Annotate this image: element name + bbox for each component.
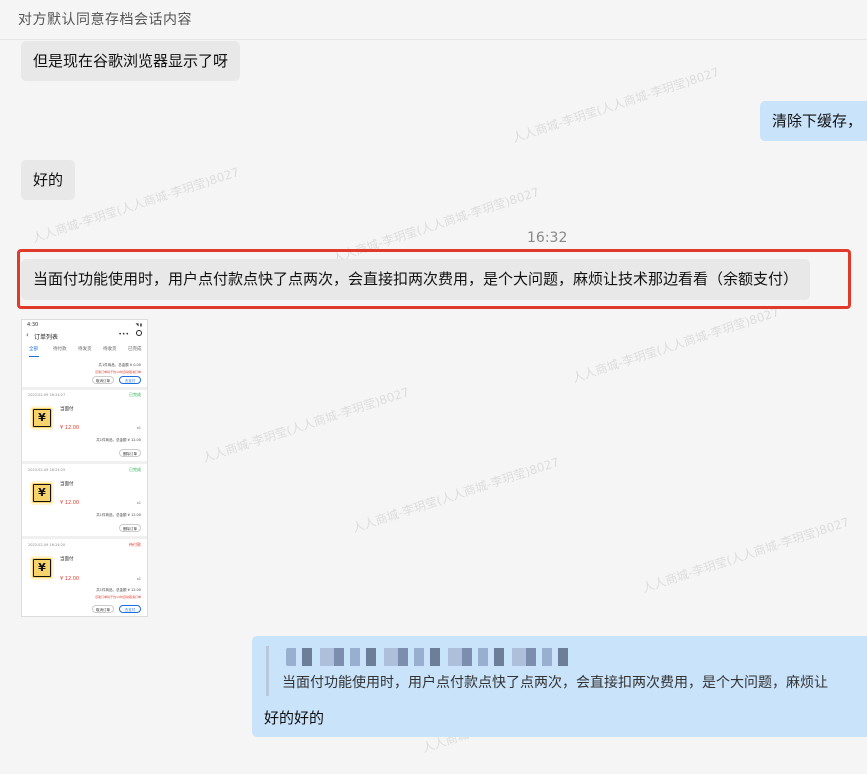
order-date: 2023-02-09 16:24:20: [28, 543, 66, 547]
message-bubble-incoming[interactable]: 当面付功能使用时，用户点付款点快了点两次，会直接扣两次费用，是个大问题，麻烦让技…: [21, 259, 811, 300]
order-item-price: ¥ 12.00: [60, 576, 80, 582]
signal-battery-icon: ◥ ▮: [135, 322, 142, 327]
watermark: 人人商城-李玥莹(人人商城-李玥莹)8027: [350, 454, 561, 536]
yen-payment-icon: ¥: [30, 481, 54, 505]
order-summary: 共1件商品，总金额 ¥ 0.00: [98, 363, 141, 367]
watermark: 人人商城-李玥莹(人人商城-李玥莹)8027: [570, 304, 781, 386]
tab-all: 全部: [29, 347, 38, 352]
order-warning: 该笔订单将于约12时自动取消订单: [95, 595, 141, 599]
tab-pending-ship: 待发货: [78, 347, 92, 352]
yen-payment-icon: ¥: [30, 406, 54, 430]
message-bubble-incoming[interactable]: 好的: [21, 160, 76, 200]
order-item-name: 当面付: [60, 407, 74, 412]
back-arrow-icon: ‹: [26, 331, 29, 339]
order-item-price: ¥ 12.00: [60, 425, 80, 431]
card-divider: [22, 536, 147, 539]
order-warning: 该笔订单将于约12时自动取消订单: [95, 370, 141, 374]
phone-order-tabs: 全部 待付款 待发货 待收货 已完成: [22, 346, 147, 357]
cancel-order-button: 取消订单: [92, 376, 114, 384]
tab-pending-receive: 待收货: [103, 347, 117, 352]
card-divider: [22, 387, 147, 390]
order-date: 2023-02-09 16:24:25: [28, 468, 66, 472]
watermark: 人人商城-李玥莹(人人商城-李玥莹)8027: [640, 514, 851, 596]
chat-message-list[interactable]: 人人商城-李玥莹(人人商城-李玥莹)8027 人人商城-李玥莹(人人商城-李玥莹…: [0, 40, 867, 774]
order-status: 已完成: [129, 467, 141, 472]
message-bubble-outgoing[interactable]: 清除下缓存，: [760, 101, 867, 141]
order-item-qty: x1: [136, 426, 141, 430]
order-status: 已完成: [129, 392, 141, 397]
message-bubble-outgoing-reply[interactable]: 当面付功能使用时，用户点付款点快了点两次，会直接扣两次费用，是个大问题，麻烦让 …: [252, 636, 867, 737]
pay-button: 去支付: [119, 605, 141, 613]
order-item-qty: x1: [136, 577, 141, 581]
watermark: 人人商城-李玥莹(人人商城-李玥莹)8027: [330, 184, 541, 266]
more-dots-icon: •••: [118, 331, 129, 338]
yen-payment-icon: ¥: [30, 556, 54, 580]
order-date: 2023-02-09 16:24:27: [28, 393, 66, 397]
tab-pending-pay: 待付款: [53, 347, 67, 352]
target-icon: [136, 330, 142, 336]
message-timestamp: 16:32: [527, 230, 568, 246]
order-item-price: ¥ 12.00: [60, 500, 80, 506]
tab-completed: 已完成: [128, 347, 142, 352]
order-item-name: 当面付: [60, 482, 74, 487]
cancel-order-button: 取消订单: [92, 605, 114, 613]
quote-bar: [266, 646, 269, 696]
delete-order-button: 删除订单: [119, 449, 141, 457]
order-item-qty: x1: [136, 501, 141, 505]
card-divider: [22, 461, 147, 464]
active-tab-indicator: [29, 356, 39, 357]
phone-status-time: 4:30: [27, 322, 39, 328]
archive-notice: 对方默认同意存档会话内容: [18, 12, 192, 28]
order-summary: 共1件商品，总金额 ¥ 12.00: [96, 513, 141, 517]
reply-message-text: 好的好的: [264, 709, 325, 727]
watermark: 人人商城-李玥莹(人人商城-李玥莹)8027: [510, 64, 721, 146]
order-summary: 共1件商品，总金额 ¥ 12.00: [96, 438, 141, 442]
phone-page-title: 订单列表: [34, 334, 59, 341]
image-message-thumbnail[interactable]: 4:30 ◥ ▮ ‹ 订单列表 ••• 全部 待付款 待发货 待收货 已完成 共…: [21, 319, 148, 617]
watermark: 人人商城-李玥莹(人人商城-李玥莹)8027: [200, 384, 411, 466]
quoted-message-text[interactable]: 当面付功能使用时，用户点付款点快了点两次，会直接扣两次费用，是个大问题，麻烦让: [282, 672, 828, 692]
blurred-sender-name: [286, 648, 576, 666]
delete-order-button: 删除订单: [119, 524, 141, 532]
order-status: 待付款: [129, 542, 141, 547]
chat-header: 对方默认同意存档会话内容: [0, 0, 867, 40]
order-item-name: 当面付: [60, 557, 74, 562]
pay-button: 去支付: [119, 376, 141, 384]
order-summary: 共1件商品，总金额 ¥ 12.00: [96, 588, 141, 592]
message-bubble-incoming[interactable]: 但是现在谷歌浏览器显示了呀: [21, 41, 241, 81]
